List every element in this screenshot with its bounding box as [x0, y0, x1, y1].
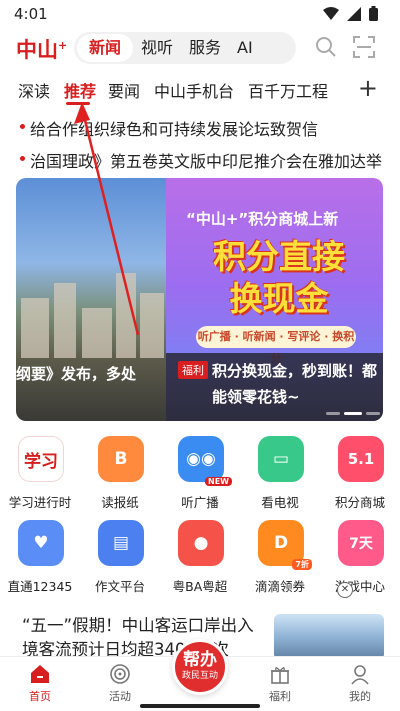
scan-icon[interactable]: [353, 36, 375, 58]
shortcut-composition[interactable]: ▤ 作文平台: [80, 516, 160, 598]
nav-label: 活动: [109, 690, 131, 703]
shortcut-basketball[interactable]: ● 粤BA粤超: [160, 516, 240, 598]
shortcut-label: 学习进行时: [8, 495, 72, 510]
promo-line-1: 积分直接: [213, 237, 345, 276]
ticker-text: 给合作组织绿色和可持续发展论坛致贺信: [30, 120, 319, 139]
shortcut-label: 积分商城: [334, 495, 385, 510]
carousel-banner[interactable]: 纲要》发布，多处 “中山+”积分商城上新 积分直接 换现金 听广播 · 听新闻 …: [16, 178, 383, 421]
banner-left-caption: 纲要》发布，多处: [16, 365, 137, 383]
logo-plus: +: [58, 39, 68, 52]
nav-welfare[interactable]: 福利: [250, 663, 310, 704]
close-icon[interactable]: ✕: [337, 582, 353, 598]
shortcut-label: 听广播: [181, 495, 219, 510]
shortcut-game-center[interactable]: 7天 游戏中心: [320, 516, 400, 598]
help-button[interactable]: 帮办 政民互动: [172, 639, 228, 695]
plus-icon[interactable]: +: [358, 74, 378, 102]
ticker-item[interactable]: 治国理政》第五卷英文版中印尼推介会在雅加达举: [0, 146, 400, 172]
gift-icon: [271, 667, 289, 684]
basketball-icon: ●: [178, 520, 224, 566]
shortcut-label: 直通12345: [7, 579, 73, 594]
main-tabs: 新闻 视听 服务 AI: [74, 32, 296, 64]
heart-hands-icon: ♥: [18, 520, 64, 566]
nav-home[interactable]: 首页: [10, 663, 70, 704]
shortcut-label: 粤BA粤超: [172, 579, 228, 594]
promo-main-text: 积分直接 换现金: [194, 236, 364, 320]
news-thumbnail: [274, 614, 384, 660]
search-icon[interactable]: [315, 36, 337, 58]
news-title: “五一”假期！中山客运口岸出入境客流预计日均超3400人次: [22, 616, 254, 659]
radio-glyph: ◉◉: [186, 449, 216, 469]
tab-news[interactable]: 新闻: [77, 34, 134, 62]
wifi-icon: [323, 6, 339, 20]
target-icon: [110, 664, 130, 684]
51-promo-icon: 5.1: [338, 436, 384, 482]
home-indicator: [140, 704, 260, 708]
signal-icon: [347, 6, 361, 21]
tv-icon: ▭: [258, 436, 304, 482]
channel-yaowen[interactable]: 要闻: [108, 78, 140, 102]
status-time: 4:01: [14, 5, 48, 23]
bullet-icon: [20, 124, 25, 129]
id-card-icon: ▤: [98, 520, 144, 566]
carousel-indicator: [326, 412, 380, 415]
channel-shendu[interactable]: 深读: [18, 78, 50, 102]
nav-activity[interactable]: 活动: [90, 663, 150, 704]
nav-mine[interactable]: 我的: [330, 663, 390, 704]
tab-video[interactable]: 视听: [133, 34, 181, 62]
nav-label: 我的: [349, 690, 371, 703]
help-button-label: 帮办: [183, 650, 217, 670]
promo-heading: “中山+”积分商城上新: [186, 210, 339, 228]
banner-title: 积分换现金，秒到账！都能领零花钱~: [212, 362, 378, 406]
shortcut-label: 游戏中心: [334, 579, 385, 594]
logo-text: 中山: [16, 37, 58, 62]
shortcut-radio[interactable]: ◉◉ NEW 听广播: [160, 432, 240, 514]
channel-zhongshan-tv[interactable]: 中山手机台: [154, 78, 234, 102]
7day-promo-icon: 7天: [338, 520, 384, 566]
channel-tabs: 深读 推荐 要闻 中山手机台 百千万工程 +: [0, 74, 400, 105]
shortcut-grid: 学习 学习进行时 B 读报纸 ◉◉ NEW 听广播 ▭ 看电视 5.1 积分商城 …: [0, 432, 400, 602]
promo-subline: 听广播 · 听新闻 · 写评论 · 换积分: [196, 326, 356, 365]
shortcut-label: 滴滴领券: [254, 579, 305, 594]
channel-baiqianwan[interactable]: 百千万工程: [248, 78, 328, 102]
didi-glyph: D: [273, 533, 289, 553]
tab-ai[interactable]: AI: [229, 34, 261, 62]
app-header: 中山+ 新闻 视听 服务 AI: [0, 30, 400, 68]
nav-label: 首页: [29, 690, 51, 703]
shortcut-didi[interactable]: D 7折 滴滴领券: [240, 516, 320, 598]
shortcut-label: 作文平台: [94, 579, 145, 594]
banner-promo-image: “中山+”积分商城上新 积分直接 换现金 听广播 · 听新闻 · 写评论 · 换…: [166, 178, 383, 421]
shortcut-newspaper[interactable]: B 读报纸: [80, 432, 160, 514]
help-button-sublabel: 政民互动: [181, 671, 218, 681]
tab-service[interactable]: 服务: [181, 34, 229, 62]
shortcut-label: 看电视: [261, 495, 299, 510]
status-bar: 4:01: [0, 0, 400, 30]
radio-icon: ◉◉ NEW: [178, 436, 232, 486]
user-icon: [351, 665, 369, 685]
didi-icon: D 7折: [258, 520, 312, 570]
discount-badge: 7折: [292, 559, 312, 570]
welfare-tag: 福利: [178, 361, 208, 379]
battery-icon: [369, 6, 378, 21]
newspaper-icon: B: [98, 436, 144, 482]
promo-line-2: 换现金: [229, 279, 329, 318]
ticker-item[interactable]: 给合作组织绿色和可持续发展论坛致贺信: [0, 114, 400, 140]
active-tab-underline: [66, 102, 90, 105]
banner-city-image: 纲要》发布，多处: [16, 178, 166, 421]
ticker-text: 治国理政》第五卷英文版中印尼推介会在雅加达举: [30, 152, 383, 171]
shortcut-tv[interactable]: ▭ 看电视: [240, 432, 320, 514]
xuexi-icon: 学习: [18, 436, 64, 482]
bottom-nav: 首页 活动 帮办 政民互动 福利 我的: [0, 639, 400, 711]
shortcut-label: 读报纸: [101, 495, 139, 510]
shortcut-12345[interactable]: ♥ 直通12345: [0, 516, 80, 598]
nav-label: 福利: [269, 690, 291, 703]
shortcut-points-mall[interactable]: 5.1 积分商城: [320, 432, 400, 514]
app-logo[interactable]: 中山+: [16, 34, 67, 64]
new-badge: NEW: [205, 477, 232, 486]
home-icon: [31, 665, 49, 683]
shortcut-xuexi[interactable]: 学习 学习进行时: [0, 432, 80, 514]
channel-tuijian[interactable]: 推荐: [64, 78, 96, 102]
bullet-icon: [20, 156, 25, 161]
